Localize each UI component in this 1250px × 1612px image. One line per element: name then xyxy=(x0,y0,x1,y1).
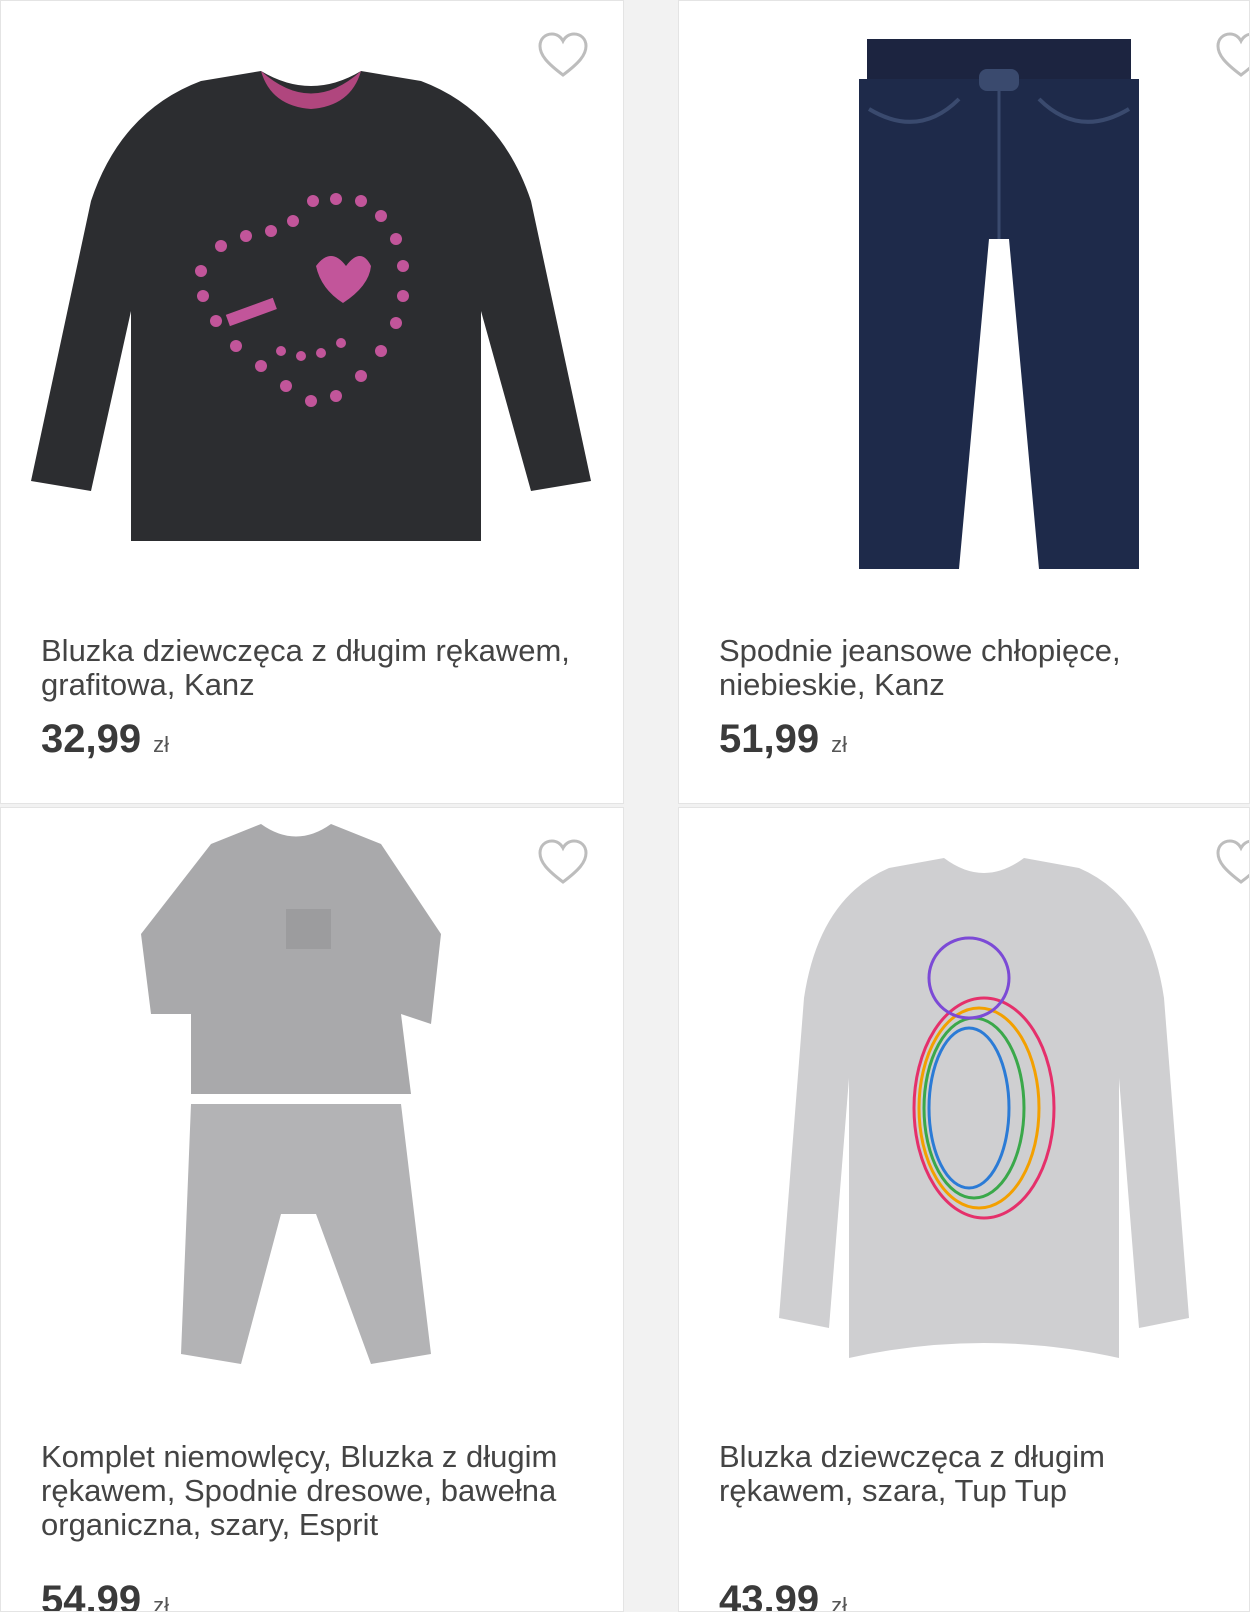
product-title[interactable]: Komplet niemowlęcy, Bluzka z długim ręka… xyxy=(41,1440,601,1542)
product-card[interactable]: Komplet niemowlęcy, Bluzka z długim ręka… xyxy=(0,807,624,1612)
currency-label: zł xyxy=(831,1593,847,1612)
product-card[interactable]: Bluzka dziewczęca z długim rękawem, szar… xyxy=(678,807,1250,1612)
currency-label: zł xyxy=(153,732,169,757)
product-title[interactable]: Spodnie jeansowe chłopięce, niebieskie, … xyxy=(719,634,1229,702)
product-title[interactable]: Bluzka dziewczęca z długim rękawem, graf… xyxy=(41,634,601,702)
product-image[interactable] xyxy=(779,858,1189,1378)
product-image[interactable] xyxy=(131,814,471,1384)
product-image[interactable] xyxy=(31,61,591,571)
currency-label: zł xyxy=(831,732,847,757)
heart-icon[interactable] xyxy=(1215,31,1249,79)
product-card[interactable]: Spodnie jeansowe chłopięce, niebieskie, … xyxy=(678,0,1250,804)
product-card[interactable]: Bluzka dziewczęca z długim rękawem, graf… xyxy=(0,0,624,804)
product-price: 51,99 xyxy=(719,717,820,761)
heart-icon[interactable] xyxy=(1215,838,1249,886)
currency-label: zł xyxy=(153,1593,169,1612)
price-row: 43,99 zł xyxy=(719,1578,847,1612)
product-price: 32,99 xyxy=(41,717,142,761)
price-row: 51,99 zł xyxy=(719,717,847,762)
price-row: 32,99 zł xyxy=(41,717,169,762)
product-price: 43,99 xyxy=(719,1578,820,1612)
product-image[interactable] xyxy=(849,39,1149,595)
heart-icon[interactable] xyxy=(537,838,589,886)
price-row: 54,99 zł xyxy=(41,1578,169,1612)
product-title[interactable]: Bluzka dziewczęca z długim rękawem, szar… xyxy=(719,1440,1229,1508)
product-price: 54,99 xyxy=(41,1578,142,1612)
